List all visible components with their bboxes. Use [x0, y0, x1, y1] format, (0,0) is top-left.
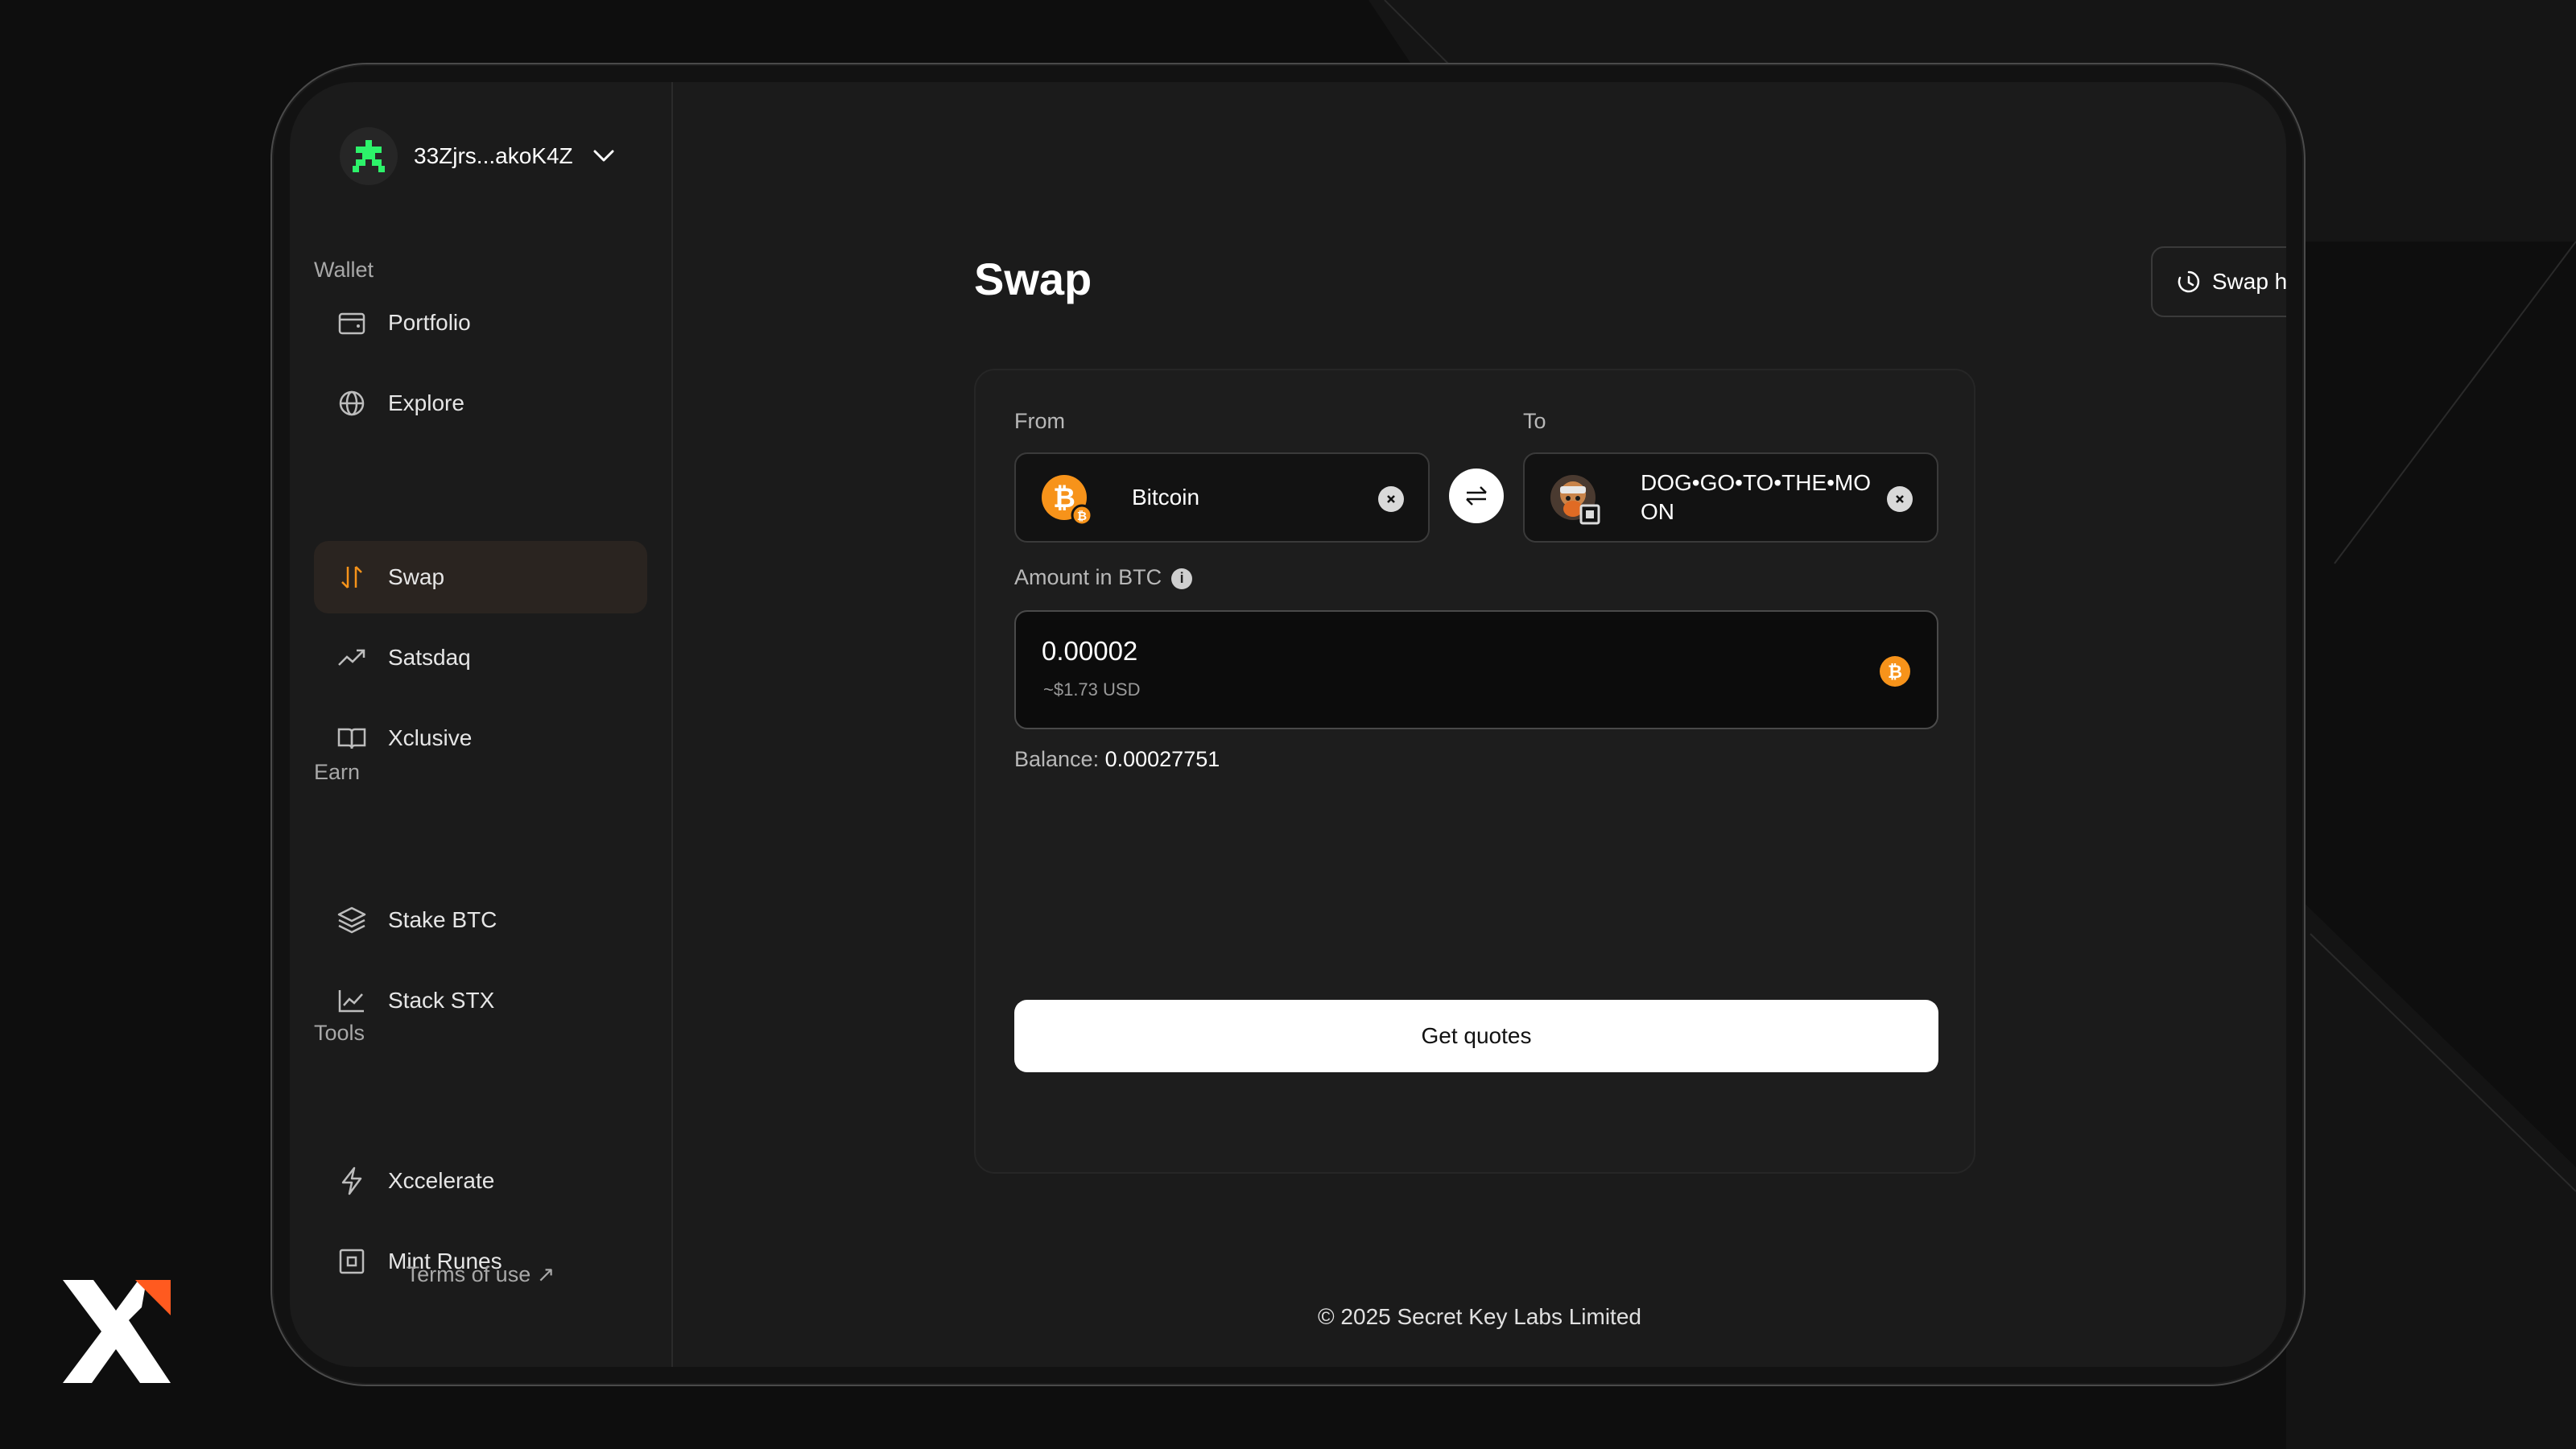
sidebar-item-label: Explore: [388, 390, 464, 415]
sidebar-item-xclusive[interactable]: Xclusive: [314, 702, 647, 774]
app-window: 33Zjrs...akoK4Z Wallet Portfolio Explore…: [290, 82, 2286, 1367]
swap-card: From To ₿ ₿ Bitcoin DOG•GO•TO•THE•MO ON …: [974, 369, 1975, 1174]
svg-text:₿: ₿: [1077, 509, 1087, 523]
lightning-icon: [336, 1166, 367, 1196]
sidebar-item-portfolio[interactable]: Portfolio: [314, 287, 647, 359]
amount-input[interactable]: [1042, 636, 1766, 667]
get-quotes-button[interactable]: Get quotes: [1014, 1000, 1938, 1072]
sidebar-item-label: Stack STX: [388, 988, 495, 1013]
swap-history-label: Swap history: [2211, 269, 2286, 294]
pixel-avatar-icon: [353, 140, 385, 172]
to-token-name-line1: DOG•GO•TO•THE•MO: [1641, 470, 1872, 495]
sidebar-item-label: Satsdaq: [388, 645, 471, 670]
amount-field[interactable]: ~$1.73 USD ₿: [1014, 610, 1938, 729]
to-token-name: DOG•GO•TO•THE•MO ON: [1641, 469, 1871, 526]
chevron-down-icon: [593, 150, 614, 162]
sidebar-item-label: Xclusive: [388, 725, 473, 750]
trending-up-icon: [336, 642, 367, 673]
from-token-selector[interactable]: ₿ ₿ Bitcoin: [1014, 452, 1430, 543]
sidebar-item-label: Xccelerate: [388, 1168, 495, 1193]
amount-label-text: Amount in BTC: [1014, 565, 1162, 589]
section-label-tools: Tools: [314, 1021, 365, 1045]
sidebar-item-stake-btc[interactable]: Stake BTC: [314, 884, 647, 956]
svg-text:₿: ₿: [1888, 663, 1902, 683]
swap-icon: [336, 562, 367, 592]
sidebar-item-explore[interactable]: Explore: [314, 367, 647, 440]
from-label: From: [1014, 409, 1065, 433]
sidebar-item-label: Swap: [388, 564, 445, 589]
to-token-name-line2: ON: [1641, 499, 1674, 524]
section-label-wallet: Wallet: [314, 258, 374, 282]
book-icon: [336, 723, 367, 753]
balance-label: Balance:: [1014, 747, 1100, 771]
clear-from-token-icon[interactable]: [1378, 486, 1404, 512]
chart-icon: [336, 985, 367, 1016]
brand-logo-icon: [63, 1280, 171, 1383]
balance-value: 0.00027751: [1104, 747, 1220, 771]
layers-icon: [336, 905, 367, 935]
amount-label: Amount in BTC i: [1014, 565, 1193, 590]
account-address: 33Zjrs...akoK4Z: [414, 143, 573, 168]
info-icon[interactable]: i: [1171, 568, 1193, 589]
sidebar-item-label: Portfolio: [388, 310, 471, 335]
sidebar-item-xccelerate[interactable]: Xccelerate: [314, 1145, 647, 1217]
balance: Balance: 0.00027751: [1014, 747, 1220, 772]
section-label-earn: Earn: [314, 760, 361, 784]
clear-to-token-icon[interactable]: [1887, 486, 1913, 512]
amount-usd-value: ~$1.73 USD: [1043, 679, 1141, 700]
sidebar: 33Zjrs...akoK4Z Wallet Portfolio Explore…: [290, 82, 673, 1367]
wallet-icon: [336, 308, 367, 338]
swap-history-button[interactable]: Swap history: [2151, 246, 2286, 317]
swap-direction-button[interactable]: [1449, 469, 1504, 523]
to-label: To: [1523, 409, 1546, 433]
dog-token-icon: [1550, 475, 1600, 525]
from-token-name: Bitcoin: [1132, 485, 1200, 510]
history-icon: [2178, 270, 2199, 293]
main-content: Swap Swap history From To ₿ ₿ Bitcoin: [673, 82, 2286, 1367]
svg-text:₿: ₿: [1053, 482, 1075, 514]
sidebar-item-label: Stake BTC: [388, 907, 497, 932]
swap-arrows-icon: [1466, 486, 1487, 506]
to-token-selector[interactable]: DOG•GO•TO•THE•MO ON: [1523, 452, 1938, 543]
footer-copyright: © 2025 Secret Key Labs Limited: [1318, 1304, 1641, 1329]
sidebar-item-satsdaq[interactable]: Satsdaq: [314, 621, 647, 694]
avatar: [340, 127, 398, 185]
terms-of-use-link[interactable]: Terms of use ↗: [290, 1262, 671, 1287]
sidebar-item-swap[interactable]: Swap: [314, 541, 647, 613]
bitcoin-icon: ₿: [1880, 656, 1910, 687]
page-title: Swap: [974, 254, 1092, 304]
bitcoin-icon: ₿ ₿: [1042, 475, 1092, 525]
account-selector[interactable]: 33Zjrs...akoK4Z: [340, 126, 615, 187]
globe-icon: [336, 388, 367, 419]
